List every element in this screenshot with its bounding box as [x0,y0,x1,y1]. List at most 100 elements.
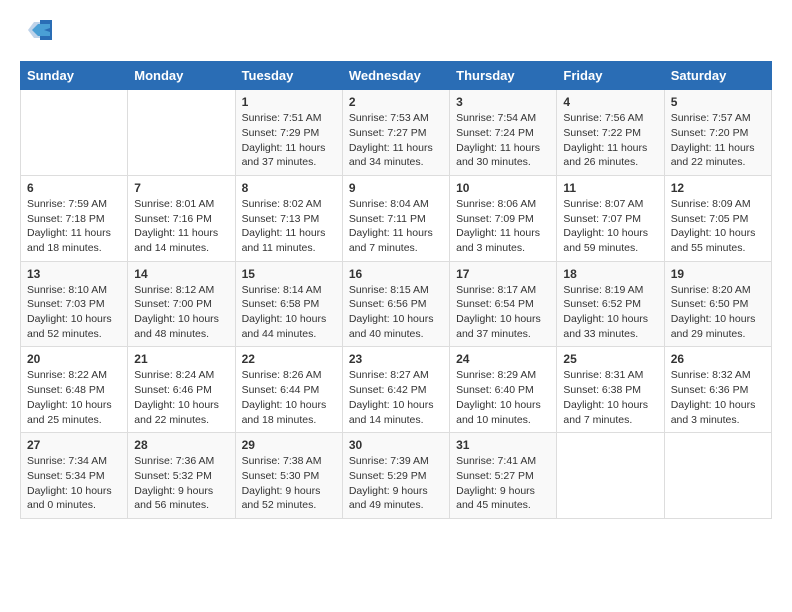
day-info: Sunrise: 7:41 AMSunset: 5:27 PMDaylight:… [456,454,550,513]
calendar-cell [557,433,664,519]
calendar-cell: 15Sunrise: 8:14 AMSunset: 6:58 PMDayligh… [235,261,342,347]
day-header-friday: Friday [557,62,664,90]
day-info: Sunrise: 8:26 AMSunset: 6:44 PMDaylight:… [242,368,336,427]
day-info: Sunrise: 8:29 AMSunset: 6:40 PMDaylight:… [456,368,550,427]
calendar-cell: 24 Sunrise: 8:29 AMSunset: 6:40 PMDayligh… [450,347,557,433]
day-info: Sunrise: 8:04 AMSunset: 7:11 PMDaylight:… [349,197,443,256]
day-info: Sunrise: 8:22 AMSunset: 6:48 PMDaylight:… [27,368,121,427]
day-number: 14 [134,267,228,281]
day-info: Sunrise: 7:59 AMSunset: 7:18 PMDaylight:… [27,197,121,256]
calendar-cell: 10 Sunrise: 8:06 AMSunset: 7:09 PMDayligh… [450,175,557,261]
calendar-week-3: 13Sunrise: 8:10 AMSunset: 7:03 PMDayligh… [21,261,772,347]
day-info: Sunrise: 8:31 AMSunset: 6:38 PMDaylight:… [563,368,657,427]
day-info: Sunrise: 7:54 AMSunset: 7:24 PMDaylight:… [456,111,550,170]
day-header-tuesday: Tuesday [235,62,342,90]
calendar-cell: 16 Sunrise: 8:15 AMSunset: 6:56 PMDayligh… [342,261,449,347]
day-number: 25 [563,352,657,366]
day-number: 20 [27,352,121,366]
day-info: Sunrise: 7:51 AMSunset: 7:29 PMDaylight:… [242,111,336,170]
day-number: 28 [134,438,228,452]
header [20,20,772,45]
day-number: 15 [242,267,336,281]
calendar-cell: 20 Sunrise: 8:22 AMSunset: 6:48 PMDayligh… [21,347,128,433]
day-number: 22 [242,352,336,366]
calendar-body: 1 Sunrise: 7:51 AMSunset: 7:29 PMDaylight… [21,90,772,519]
calendar-cell: 31 Sunrise: 7:41 AMSunset: 5:27 PMDayligh… [450,433,557,519]
calendar-container: SundayMondayTuesdayWednesdayThursdayFrid… [0,0,792,529]
calendar-cell: 13Sunrise: 8:10 AMSunset: 7:03 PMDayligh… [21,261,128,347]
calendar-cell: 17 Sunrise: 8:17 AMSunset: 6:54 PMDayligh… [450,261,557,347]
day-number: 2 [349,95,443,109]
calendar-week-1: 1 Sunrise: 7:51 AMSunset: 7:29 PMDaylight… [21,90,772,176]
day-number: 30 [349,438,443,452]
day-number: 27 [27,438,121,452]
day-info: Sunrise: 8:02 AMSunset: 7:13 PMDaylight:… [242,197,336,256]
day-info: Sunrise: 8:24 AMSunset: 6:46 PMDaylight:… [134,368,228,427]
day-number: 21 [134,352,228,366]
day-number: 10 [456,181,550,195]
logo [20,20,52,45]
day-info: Sunrise: 7:39 AMSunset: 5:29 PMDaylight:… [349,454,443,513]
calendar-week-2: 6Sunrise: 7:59 AMSunset: 7:18 PMDaylight… [21,175,772,261]
day-number: 23 [349,352,443,366]
calendar-cell: 7 Sunrise: 8:01 AMSunset: 7:16 PMDaylight… [128,175,235,261]
logo-flag-icon [24,20,52,40]
day-number: 5 [671,95,765,109]
day-info: Sunrise: 8:09 AMSunset: 7:05 PMDaylight:… [671,197,765,256]
day-info: Sunrise: 8:20 AMSunset: 6:50 PMDaylight:… [671,283,765,342]
day-info: Sunrise: 8:15 AMSunset: 6:56 PMDaylight:… [349,283,443,342]
day-number: 17 [456,267,550,281]
day-number: 24 [456,352,550,366]
day-info: Sunrise: 8:27 AMSunset: 6:42 PMDaylight:… [349,368,443,427]
day-number: 26 [671,352,765,366]
day-number: 19 [671,267,765,281]
calendar-table: SundayMondayTuesdayWednesdayThursdayFrid… [20,61,772,519]
calendar-cell: 3 Sunrise: 7:54 AMSunset: 7:24 PMDaylight… [450,90,557,176]
day-info: Sunrise: 8:17 AMSunset: 6:54 PMDaylight:… [456,283,550,342]
day-info: Sunrise: 8:19 AMSunset: 6:52 PMDaylight:… [563,283,657,342]
day-number: 16 [349,267,443,281]
day-header-monday: Monday [128,62,235,90]
day-number: 4 [563,95,657,109]
calendar-cell: 19 Sunrise: 8:20 AMSunset: 6:50 PMDayligh… [664,261,771,347]
calendar-cell: 11 Sunrise: 8:07 AMSunset: 7:07 PMDayligh… [557,175,664,261]
day-number: 12 [671,181,765,195]
calendar-cell [664,433,771,519]
day-info: Sunrise: 7:38 AMSunset: 5:30 PMDaylight:… [242,454,336,513]
day-number: 31 [456,438,550,452]
day-header-saturday: Saturday [664,62,771,90]
day-number: 11 [563,181,657,195]
calendar-cell: 22 Sunrise: 8:26 AMSunset: 6:44 PMDayligh… [235,347,342,433]
calendar-cell: 25 Sunrise: 8:31 AMSunset: 6:38 PMDayligh… [557,347,664,433]
day-number: 29 [242,438,336,452]
day-number: 13 [27,267,121,281]
day-info: Sunrise: 7:56 AMSunset: 7:22 PMDaylight:… [563,111,657,170]
day-number: 7 [134,181,228,195]
day-number: 1 [242,95,336,109]
day-info: Sunrise: 8:12 AMSunset: 7:00 PMDaylight:… [134,283,228,342]
calendar-cell: 23 Sunrise: 8:27 AMSunset: 6:42 PMDayligh… [342,347,449,433]
day-info: Sunrise: 7:57 AMSunset: 7:20 PMDaylight:… [671,111,765,170]
day-info: Sunrise: 7:53 AMSunset: 7:27 PMDaylight:… [349,111,443,170]
calendar-cell [128,90,235,176]
day-header-wednesday: Wednesday [342,62,449,90]
day-info: Sunrise: 8:06 AMSunset: 7:09 PMDaylight:… [456,197,550,256]
day-header-sunday: Sunday [21,62,128,90]
calendar-cell: 12 Sunrise: 8:09 AMSunset: 7:05 PMDayligh… [664,175,771,261]
calendar-cell: 30 Sunrise: 7:39 AMSunset: 5:29 PMDayligh… [342,433,449,519]
day-number: 9 [349,181,443,195]
calendar-cell: 6Sunrise: 7:59 AMSunset: 7:18 PMDaylight… [21,175,128,261]
calendar-cell: 9 Sunrise: 8:04 AMSunset: 7:11 PMDaylight… [342,175,449,261]
day-info: Sunrise: 8:07 AMSunset: 7:07 PMDaylight:… [563,197,657,256]
calendar-week-4: 20 Sunrise: 8:22 AMSunset: 6:48 PMDayligh… [21,347,772,433]
calendar-cell [21,90,128,176]
calendar-cell: 28Sunrise: 7:36 AMSunset: 5:32 PMDayligh… [128,433,235,519]
day-number: 18 [563,267,657,281]
day-of-week-header: SundayMondayTuesdayWednesdayThursdayFrid… [21,62,772,90]
day-number: 3 [456,95,550,109]
day-info: Sunrise: 7:34 AMSunset: 5:34 PMDaylight:… [27,454,121,513]
day-info: Sunrise: 8:01 AMSunset: 7:16 PMDaylight:… [134,197,228,256]
calendar-cell: 8Sunrise: 8:02 AMSunset: 7:13 PMDaylight… [235,175,342,261]
day-header-thursday: Thursday [450,62,557,90]
calendar-cell: 26Sunrise: 8:32 AMSunset: 6:36 PMDayligh… [664,347,771,433]
